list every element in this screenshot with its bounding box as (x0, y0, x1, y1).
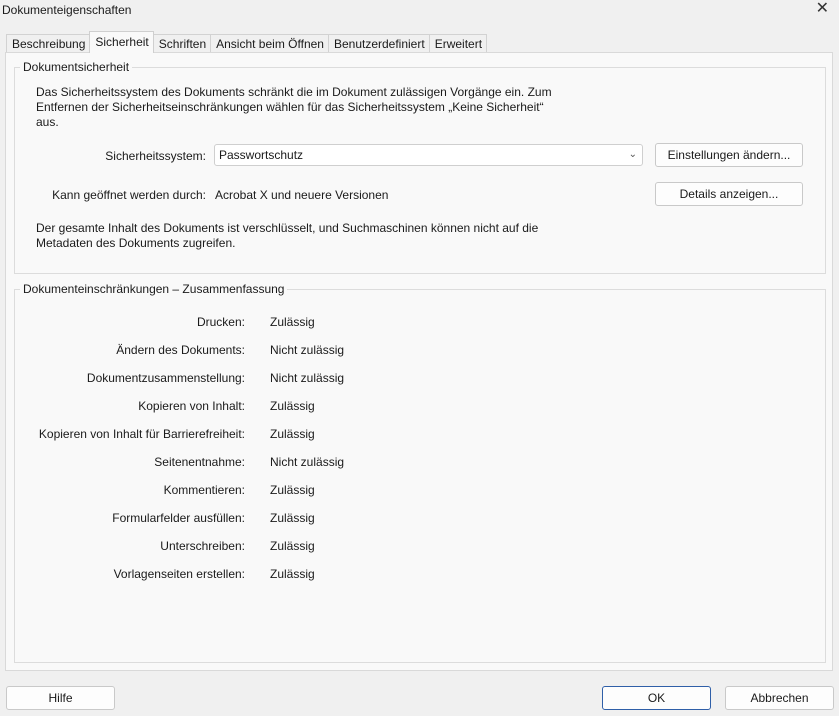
encryption-note-line: Metadaten des Dokuments zugreifen. (36, 236, 236, 250)
change-settings-button[interactable]: Einstellungen ändern... (655, 143, 803, 167)
restriction-label-kommentieren: Kommentieren: (163, 483, 245, 497)
security-system-select[interactable]: Passwortschutz ⌄ (214, 144, 643, 166)
security-description-line: aus. (36, 115, 59, 129)
restriction-value-seitenentnahme: Nicht zulässig (270, 455, 345, 469)
tab-benutzerdefiniert[interactable]: Benutzerdefiniert (327, 34, 430, 53)
security-group: Dokumentsicherheit Das Sicherheitssystem… (14, 60, 826, 274)
restriction-value-aendern: Nicht zulässig (270, 343, 345, 357)
close-icon[interactable]: ✕ (816, 1, 829, 17)
cancel-button[interactable]: Abbrechen (725, 686, 834, 710)
encryption-note-line: Der gesamte Inhalt des Dokuments ist ver… (36, 221, 539, 235)
restriction-label-barrierefreiheit: Kopieren von Inhalt für Barrierefreiheit… (38, 427, 245, 441)
restriction-label-aendern: Ändern des Dokuments: (116, 343, 245, 357)
restriction-value-zusammenstellung: Nicht zulässig (270, 371, 345, 385)
tab-erweitert[interactable]: Erweitert (428, 34, 488, 53)
ok-button[interactable]: OK (602, 686, 711, 710)
security-description: Das Sicherheitssystem des Dokuments schr… (36, 85, 596, 130)
show-details-button[interactable]: Details anzeigen... (655, 182, 803, 206)
security-system-label: Sicherheitssystem: (105, 149, 206, 163)
security-group-title: Dokumentsicherheit (20, 60, 133, 74)
restriction-label-kopieren: Kopieren von Inhalt: (138, 399, 245, 413)
open-by-label: Kann geöffnet werden durch: (52, 188, 206, 202)
tab-bar: Beschreibung Sicherheit Schriften Ansich… (6, 31, 488, 53)
restriction-label-zusammenstellung: Dokumentzusammenstellung: (86, 371, 245, 385)
encryption-note: Der gesamte Inhalt des Dokuments ist ver… (36, 221, 596, 251)
restriction-label-drucken: Drucken: (196, 315, 245, 329)
restriction-value-barrierefreiheit: Zulässig (270, 427, 315, 441)
tab-beschreibung[interactable]: Beschreibung (6, 34, 91, 53)
restriction-label-seitenentnahme: Seitenentnahme: (154, 455, 245, 469)
restriction-value-kopieren: Zulässig (270, 399, 315, 413)
security-system-value: Passwortschutz (219, 148, 304, 162)
tab-sicherheit[interactable]: Sicherheit (89, 31, 154, 53)
security-description-line: Das Sicherheitssystem des Dokuments schr… (36, 85, 552, 99)
title-bar: Dokumenteigenschaften ✕ (0, 0, 839, 22)
restriction-value-unterschreiben: Zulässig (270, 539, 315, 553)
restriction-value-drucken: Zulässig (270, 315, 315, 329)
restriction-value-formularfelder: Zulässig (270, 511, 315, 525)
chevron-down-icon: ⌄ (628, 149, 637, 160)
restriction-label-formularfelder: Formularfelder ausfüllen: (112, 511, 245, 525)
tab-panel: Dokumentsicherheit Das Sicherheitssystem… (5, 52, 833, 671)
restriction-value-kommentieren: Zulässig (270, 483, 315, 497)
open-by-value: Acrobat X und neuere Versionen (215, 188, 389, 202)
restriction-label-vorlagenseiten: Vorlagenseiten erstellen: (113, 567, 245, 581)
window-title: Dokumenteigenschaften (2, 3, 132, 17)
restriction-label-unterschreiben: Unterschreiben: (160, 539, 245, 553)
restrictions-group-title: Dokumenteinschränkungen – Zusammenfassun… (20, 282, 288, 296)
tab-ansicht-beim-oeffnen[interactable]: Ansicht beim Öffnen (210, 34, 329, 53)
tab-schriften[interactable]: Schriften (152, 34, 212, 53)
help-button[interactable]: Hilfe (6, 686, 115, 710)
restriction-value-vorlagenseiten: Zulässig (270, 567, 315, 581)
security-description-line: Entfernen der Sicherheitseinschränkungen… (36, 100, 544, 114)
